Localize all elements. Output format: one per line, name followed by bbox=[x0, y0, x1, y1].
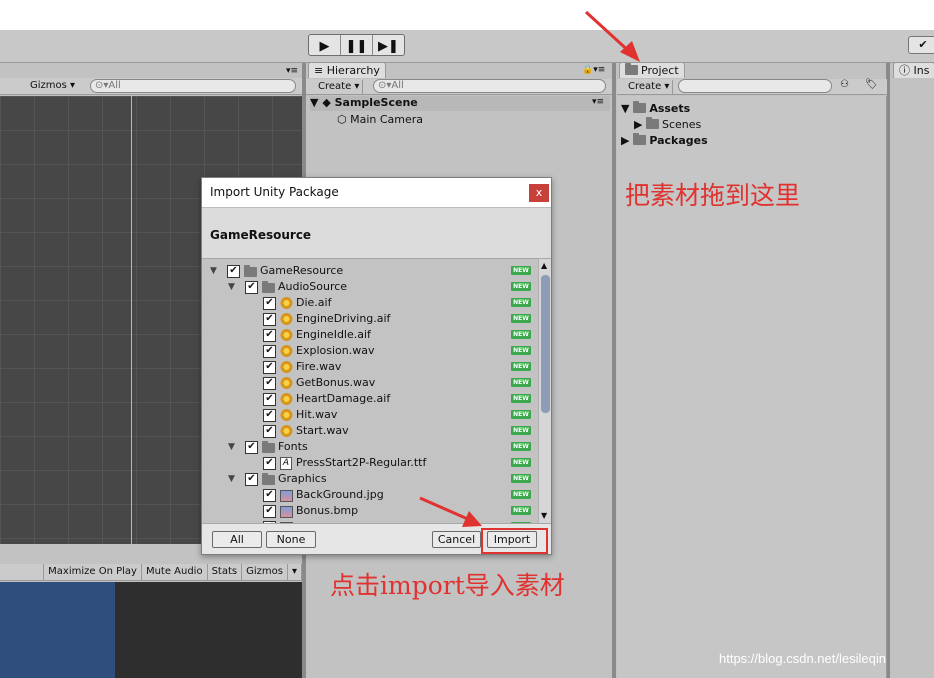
arrow-to-project bbox=[584, 10, 640, 62]
drag-here-annotation: 把素材拖到这里 bbox=[625, 181, 801, 210]
arrow-to-import bbox=[419, 496, 482, 527]
click-import-annotation: 点击import导入素材 bbox=[330, 571, 565, 600]
watermark: https://blog.csdn.net/lesileqin bbox=[719, 651, 886, 666]
